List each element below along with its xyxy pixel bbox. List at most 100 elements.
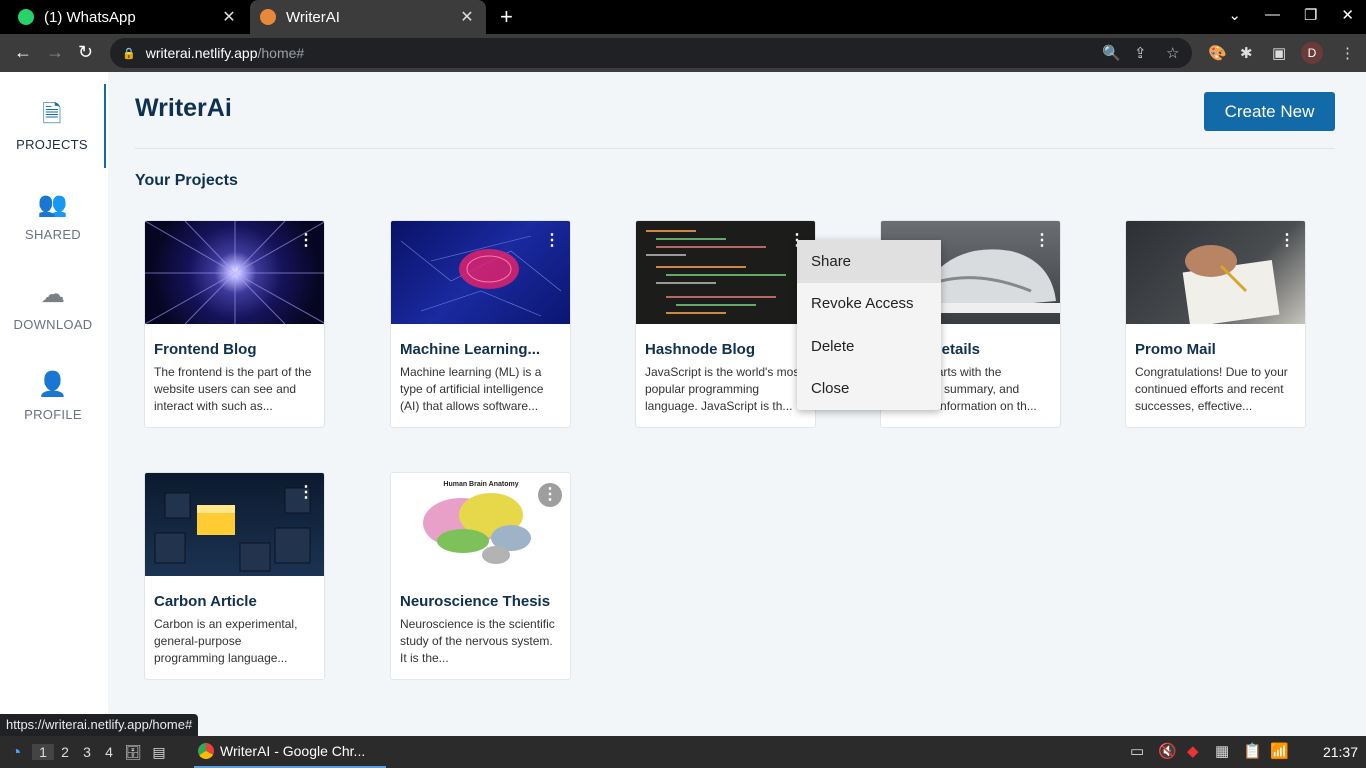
sidebar-item-profile[interactable]: 👤 PROFILE — [0, 354, 106, 438]
card-more-vertical-icon[interactable]: ⋮ — [296, 231, 316, 251]
app-tray-icon[interactable]: ◆ — [1187, 742, 1199, 760]
card-title: Neuroscience Thesis — [400, 593, 551, 610]
menu-item-delete[interactable]: Delete — [797, 325, 941, 368]
workspace-1[interactable]: 1 — [32, 744, 54, 760]
card-thumbnail: Human Brain Anatomy ⋮ — [391, 473, 570, 576]
back-arrow-icon[interactable]: ← — [14, 43, 32, 61]
wifi-icon[interactable]: 📶 — [1270, 742, 1289, 760]
card-thumbnail: ⋮ — [145, 221, 324, 325]
card-thumbnail: ⋮ — [1126, 221, 1305, 327]
card-title: Promo Mail — [1135, 341, 1216, 358]
sidebar-item-label: PROJECTS — [16, 136, 88, 152]
zoom-icon[interactable]: 🔍 — [1102, 44, 1121, 62]
file-manager-icon[interactable]: 🗄 — [120, 744, 146, 761]
card-more-vertical-icon[interactable]: ⋮ — [1032, 231, 1052, 251]
new-tab-plus-icon[interactable]: + — [500, 6, 513, 28]
card-description: Carbon is an experimental, general-purpo… — [154, 617, 298, 665]
tab-writerai[interactable]: WriterAI ✕ — [250, 0, 486, 34]
chrome-icon — [198, 743, 214, 759]
card-more-vertical-icon[interactable]: ⋮ — [538, 483, 562, 507]
create-new-button[interactable]: Create New — [1204, 92, 1335, 131]
card-title: Frontend Blog — [154, 341, 257, 358]
card-more-vertical-icon[interactable]: ⋮ — [542, 231, 562, 251]
project-card-frontend-blog[interactable]: ⋮ Frontend Blog The frontend is the part… — [144, 220, 325, 428]
close-tab-icon[interactable]: ✕ — [458, 7, 476, 27]
clipboard-icon[interactable]: 📋 — [1243, 742, 1262, 760]
card-title: Machine Learning... — [400, 341, 541, 358]
card-thumbnail: ⋮ — [145, 473, 324, 576]
project-card-carbon-article[interactable]: ⋮ Carbon Article Carbon is an experiment… — [144, 472, 325, 680]
taskbar-window-title: WriterAI - Google Chr... — [220, 743, 366, 759]
terminal-icon[interactable]: ▤ — [146, 744, 172, 761]
card-thumbnail: ⋮ — [391, 221, 570, 324]
workspace-3[interactable]: 3 — [76, 744, 98, 760]
url-path: /home# — [257, 45, 305, 61]
start-menu-icon[interactable]: ◔ — [0, 742, 32, 763]
card-context-menu: Share Revoke Access Delete Close — [797, 240, 941, 410]
close-tab-icon[interactable]: ✕ — [220, 7, 238, 27]
close-window-icon[interactable]: ✕ — [1341, 6, 1354, 24]
side-panel-icon[interactable]: ▣ — [1272, 44, 1286, 62]
app-tray-icon-2[interactable]: ▦ — [1215, 742, 1229, 760]
clock: 21:37 — [1322, 744, 1358, 760]
card-description: JavaScript is the world's most popular p… — [645, 365, 803, 413]
card-description: Neuroscience is the scientific study of … — [400, 617, 555, 665]
sidebar-item-projects[interactable]: 🗎 PROJECTS — [0, 84, 106, 168]
card-thumbnail: ⋮ — [636, 221, 815, 324]
sidebar-item-label: PROFILE — [24, 406, 82, 422]
lock-icon: 🔒 — [122, 47, 136, 60]
minimize-icon[interactable]: — — [1265, 6, 1280, 24]
sidebar: 🗎 PROJECTS 👥 SHARED ☁ DOWNLOAD 👤 PROFILE — [0, 72, 108, 736]
card-more-vertical-icon[interactable]: ⋮ — [296, 483, 316, 503]
bookmark-star-icon[interactable]: ☆ — [1166, 44, 1179, 62]
project-card-machine-learning[interactable]: ⋮ Machine Learning... Machine learning (… — [390, 220, 571, 428]
sidebar-item-label: SHARED — [25, 226, 81, 242]
kebab-menu-icon[interactable]: ⋮ — [1340, 44, 1355, 62]
puzzle-extensions-icon[interactable]: ✱ — [1240, 44, 1253, 62]
people-icon: 👥 — [37, 190, 69, 218]
sidebar-item-label: DOWNLOAD — [13, 316, 93, 332]
menu-item-close[interactable]: Close — [797, 368, 941, 411]
project-card-neuroscience-thesis[interactable]: Human Brain Anatomy ⋮ Neuroscience Thesi… — [390, 472, 571, 680]
workspace-2[interactable]: 2 — [54, 744, 76, 760]
menu-item-revoke-access[interactable]: Revoke Access — [797, 283, 941, 326]
divider — [135, 148, 1335, 149]
user-circle-icon: 👤 — [37, 370, 69, 398]
browser-tab-strip: (1) WhatsApp ✕ WriterAI ✕ + ⌄ — ❐ ✕ — [0, 0, 1366, 34]
whatsapp-favicon-icon — [18, 9, 34, 25]
card-description: Congratulations! Due to your continued e… — [1135, 365, 1288, 413]
card-title: Hashnode Blog — [645, 341, 756, 358]
web-page: 🗎 PROJECTS 👥 SHARED ☁ DOWNLOAD 👤 PROFILE… — [0, 72, 1366, 736]
reload-icon[interactable]: ↻ — [78, 43, 93, 61]
card-description: Machine learning (ML) is a type of artif… — [400, 365, 544, 413]
taskbar-window-chrome[interactable]: WriterAI - Google Chr... — [194, 736, 386, 768]
profile-avatar[interactable]: D — [1301, 42, 1323, 64]
sidebar-item-shared[interactable]: 👥 SHARED — [0, 174, 106, 258]
forward-arrow-icon[interactable]: → — [46, 43, 64, 61]
window-controls: ⌄ — ❐ ✕ — [1228, 6, 1354, 24]
drive-icon[interactable]: ▭ — [1130, 742, 1144, 760]
address-bar[interactable]: 🔒 writerai.netlify.app/home# 🔍 ⇪ ☆ — [110, 38, 1192, 68]
card-more-vertical-icon[interactable]: ⋮ — [1277, 231, 1297, 251]
page-title: WriterAi — [135, 94, 232, 122]
restore-icon[interactable]: ❐ — [1304, 6, 1317, 24]
volume-muted-icon[interactable]: 🔇 — [1158, 742, 1177, 760]
browser-toolbar: ← → ↻ 🔒 writerai.netlify.app/home# 🔍 ⇪ ☆ — [0, 34, 1366, 72]
project-card-hashnode-blog[interactable]: ⋮ Hashnode Blog JavaScript is the world'… — [635, 220, 816, 428]
card-title: Carbon Article — [154, 593, 257, 610]
status-bar-url: https://writerai.netlify.app/home# — [0, 714, 199, 736]
workspace-4[interactable]: 4 — [98, 744, 120, 760]
extension-icon[interactable]: 🎨 — [1208, 44, 1227, 62]
tab-search-chevron-icon[interactable]: ⌄ — [1228, 6, 1241, 24]
section-title: Your Projects — [135, 172, 238, 189]
file-plus-icon: 🗎 — [42, 100, 62, 128]
tab-whatsapp[interactable]: (1) WhatsApp ✕ — [8, 0, 248, 34]
cloud-download-icon: ☁ — [40, 280, 66, 308]
project-card-promo-mail[interactable]: ⋮ Promo Mail Congratulations! Due to you… — [1125, 220, 1306, 428]
tab-title: WriterAI — [286, 8, 340, 26]
menu-item-share[interactable]: Share — [797, 240, 941, 283]
os-taskbar: ◔ 1 2 3 4 🗄 ▤ WriterAI - Google Chr... ▭… — [0, 736, 1366, 768]
share-icon[interactable]: ⇪ — [1134, 44, 1147, 62]
sidebar-item-download[interactable]: ☁ DOWNLOAD — [0, 264, 106, 348]
url-host: writerai.netlify.app — [145, 45, 258, 61]
